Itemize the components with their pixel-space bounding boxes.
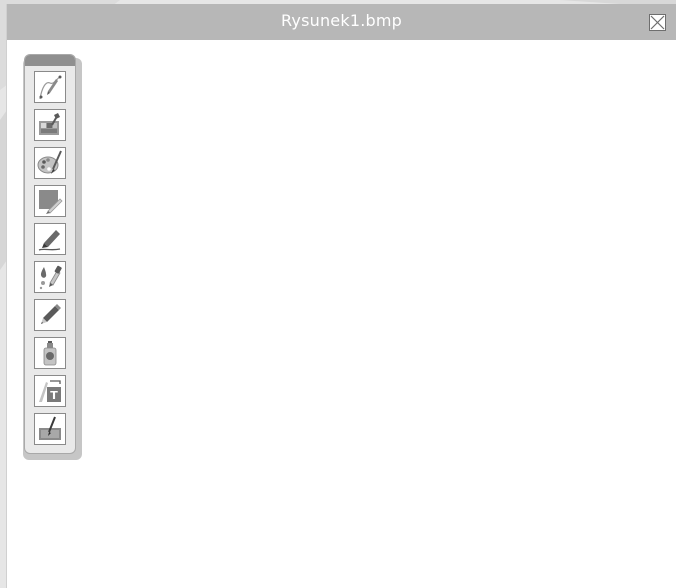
window-title: Rysunek1.bmp (280, 11, 402, 30)
close-button[interactable] (649, 14, 666, 31)
tool-canvas-brush-button[interactable] (34, 413, 66, 445)
tool-fill-button[interactable] (34, 185, 66, 217)
toolbox-drag-handle[interactable] (25, 55, 75, 66)
marker-icon (38, 230, 61, 251)
tool-palette-button[interactable] (34, 147, 66, 179)
fill-shape-icon (39, 190, 63, 214)
image-window: Rysunek1.bmp (7, 4, 676, 588)
dropper-icon (39, 265, 62, 290)
tool-paint-tools-button[interactable] (34, 109, 66, 141)
palette-brush-icon (37, 150, 62, 174)
tool-pen-curve-button[interactable] (34, 71, 66, 103)
title-bar[interactable]: Rysunek1.bmp (7, 4, 676, 40)
pen-curve-icon (39, 75, 62, 100)
text-tool-icon: T (39, 380, 61, 402)
drawing-canvas[interactable] (7, 40, 676, 588)
tool-spray-button[interactable] (34, 337, 66, 369)
paint-tools-icon (39, 113, 60, 135)
tool-marker-button[interactable] (34, 223, 66, 255)
tool-palette: T (24, 54, 76, 454)
svg-text:T: T (50, 389, 58, 402)
close-icon (649, 14, 666, 31)
canvas-brush-icon (39, 416, 61, 440)
tool-text-button[interactable]: T (34, 375, 66, 407)
tool-pencil-button[interactable] (34, 299, 66, 331)
pencil-icon (41, 304, 61, 324)
spray-can-icon (43, 341, 57, 366)
tool-dropper-button[interactable] (34, 261, 66, 293)
